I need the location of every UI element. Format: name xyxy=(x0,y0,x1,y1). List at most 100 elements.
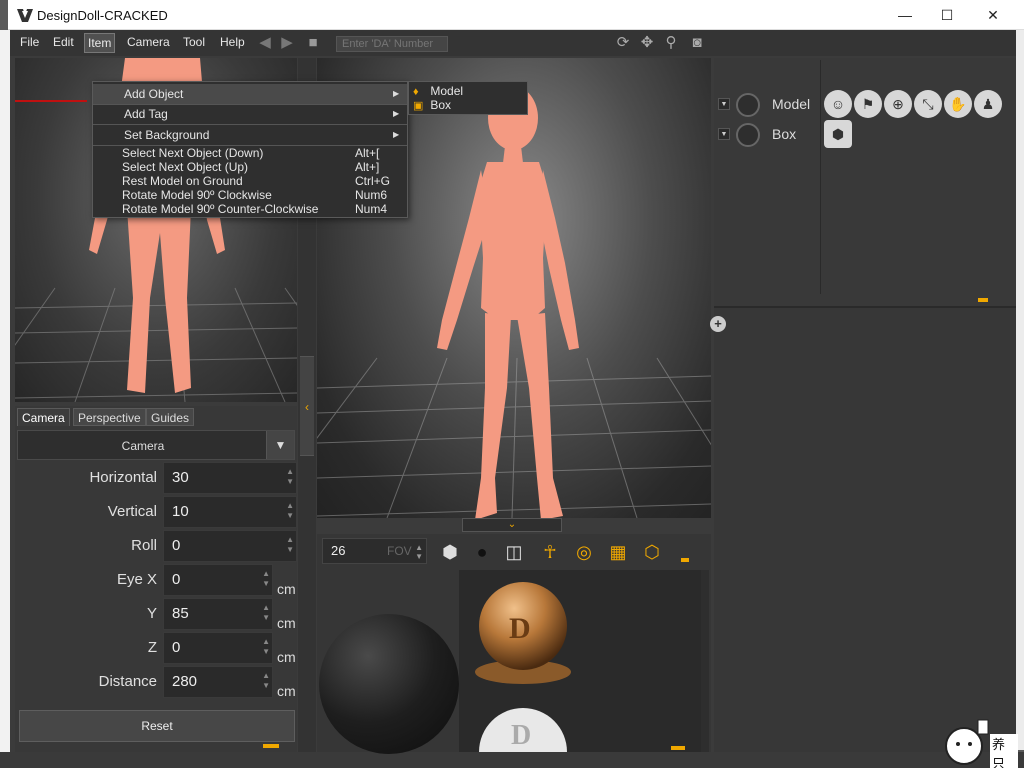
eye-x-unit: cm xyxy=(277,581,296,597)
stepper-icon[interactable]: ▲ ▼ xyxy=(262,603,270,623)
tab-perspective[interactable]: Perspective xyxy=(73,408,146,426)
head-silhouette-icon[interactable]: ● xyxy=(467,538,497,566)
tree-divider xyxy=(820,60,821,294)
expand-toggle-icon[interactable]: ▼ xyxy=(718,128,730,140)
expand-toggle-icon[interactable]: ▼ xyxy=(718,98,730,110)
distance-value: 280 xyxy=(172,673,198,690)
close-button[interactable]: ✕ xyxy=(970,0,1016,30)
material-preview-sphere xyxy=(319,614,459,754)
roll-value: 0 xyxy=(172,537,181,554)
foot-icon[interactable]: ♟ xyxy=(974,90,1002,118)
box-object-icon[interactable]: ⬡ xyxy=(637,538,667,566)
menu-tool[interactable]: Tool xyxy=(183,35,205,49)
da-number-input[interactable] xyxy=(336,36,448,52)
stepper-icon[interactable]: ▲ ▼ xyxy=(286,467,294,487)
redo-arrow-icon[interactable]: ▶ xyxy=(278,34,296,52)
stepper-icon[interactable]: ▲ ▼ xyxy=(262,671,270,691)
stepper-icon[interactable]: ▲ ▼ xyxy=(286,535,294,555)
menu-set-background[interactable]: Set Background ▶ xyxy=(93,125,407,145)
roll-field[interactable]: 0 ▲ ▼ xyxy=(163,530,297,562)
stepper-icon[interactable]: ▲ ▼ xyxy=(415,543,423,561)
tab-guides[interactable]: Guides xyxy=(146,408,195,426)
bronze-material-thumbnail[interactable]: D xyxy=(461,570,585,694)
white-material-thumbnail[interactable]: D xyxy=(461,698,585,752)
box-icon: ▣ xyxy=(413,100,424,112)
menu-select-next-down[interactable]: Select Next Object (Down) Alt+[ xyxy=(93,146,407,160)
model-pose-icon[interactable]: ☥ xyxy=(535,538,565,566)
stepper-icon[interactable]: ▲ ▼ xyxy=(262,569,270,589)
model-figure-icon: ♦ xyxy=(413,86,419,98)
menu-add-tag[interactable]: Add Tag ▶ xyxy=(93,104,407,124)
add-object-submenu: ♦ Model ▣ Box xyxy=(408,81,528,115)
split-view-icon[interactable]: ◫ xyxy=(499,538,529,566)
collapse-bottom-tab[interactable]: ⌄ xyxy=(462,518,562,532)
submenu-arrow-icon: ▶ xyxy=(393,89,400,98)
menu-rotate-clockwise[interactable]: Rotate Model 90º Clockwise Num6 xyxy=(93,188,407,202)
horizontal-value: 30 xyxy=(172,469,189,486)
submenu-box-label: Box xyxy=(430,98,452,112)
eye-y-field[interactable]: 85 ▲ ▼ xyxy=(163,598,273,630)
mascot-cat-icon xyxy=(945,719,989,765)
menu-camera[interactable]: Camera xyxy=(127,35,170,49)
desktop-background-bottom xyxy=(0,752,1024,768)
submenu-model[interactable]: ♦ Model xyxy=(413,84,463,98)
stepper-icon[interactable]: ▲ ▼ xyxy=(262,637,270,657)
model-figure-icon[interactable]: ☺ xyxy=(824,90,852,118)
zoom-view-icon[interactable]: ⚲ xyxy=(662,34,680,52)
eye-x-field[interactable]: 0 ▲ ▼ xyxy=(163,564,273,596)
camera-select[interactable]: Camera ▼ xyxy=(17,430,295,460)
material-list: D D xyxy=(459,570,701,752)
menu-shortcut: Ctrl+G xyxy=(355,174,391,188)
eye-x-value: 0 xyxy=(172,571,181,588)
visibility-toggle-icon[interactable] xyxy=(736,123,760,147)
resize-grip[interactable] xyxy=(978,298,988,302)
distance-field[interactable]: 280 ▲ ▼ xyxy=(163,666,273,698)
menu-rotate-counter-clockwise[interactable]: Rotate Model 90º Counter-Clockwise Num4 xyxy=(93,202,407,216)
zoom-plus-icon[interactable]: ⊕ xyxy=(884,90,912,118)
collapse-left-handle[interactable]: ‹ xyxy=(300,356,314,456)
add-object-plus-icon[interactable]: + xyxy=(710,316,726,332)
vertical-field[interactable]: 10 ▲ ▼ xyxy=(163,496,297,528)
resize-grip[interactable] xyxy=(681,558,689,562)
menu-item[interactable]: Item xyxy=(83,33,116,53)
resize-grip[interactable] xyxy=(263,744,279,748)
move-target-icon[interactable]: ⤡ xyxy=(914,90,942,118)
eye-target-icon[interactable]: ◎ xyxy=(569,538,599,566)
submenu-box[interactable]: ▣ Box xyxy=(413,98,451,112)
menu-add-object[interactable]: Add Object ▶ xyxy=(93,84,407,104)
minimize-button[interactable]: — xyxy=(882,0,928,30)
material-scrollbar[interactable] xyxy=(701,570,709,752)
vertical-value: 10 xyxy=(172,503,189,520)
camera-tabs: Camera Perspective Guides xyxy=(15,406,297,426)
eye-z-field[interactable]: 0 ▲ ▼ xyxy=(163,632,273,664)
right-panel: ▼ Model ▼ Box ☺ ⚑ ⊕ ⤡ ✋ ♟ ⬢ + xyxy=(710,58,1016,752)
flag-pose-icon[interactable]: ⚑ xyxy=(854,90,882,118)
resize-grip[interactable] xyxy=(671,746,685,750)
screenshot-camera-icon[interactable]: ◙ xyxy=(688,34,706,52)
horizontal-field[interactable]: 30 ▲ ▼ xyxy=(163,462,297,494)
menu-help[interactable]: Help xyxy=(220,35,245,49)
fov-field[interactable]: 26 FOV ▲ ▼ xyxy=(322,538,427,564)
dropdown-arrow-icon[interactable]: ▼ xyxy=(266,431,294,459)
reset-button[interactable]: Reset xyxy=(19,710,295,742)
menu-bar: File Edit Item Camera Tool Help ◀ ▶ ■ ⟳ … xyxy=(10,30,1016,56)
visibility-toggle-icon[interactable] xyxy=(736,93,760,117)
stepper-icon[interactable]: ▲ ▼ xyxy=(286,501,294,521)
grid-tiles-icon[interactable]: ▦ xyxy=(603,538,633,566)
hand-icon[interactable]: ✋ xyxy=(944,90,972,118)
undo-arrow-icon[interactable]: ◀ xyxy=(256,34,274,52)
menu-rest-on-ground[interactable]: Rest Model on Ground Ctrl+G xyxy=(93,174,407,188)
tab-camera[interactable]: Camera xyxy=(17,408,70,426)
maximize-button[interactable]: ☐ xyxy=(924,0,970,30)
video-camera-icon[interactable]: ■ xyxy=(304,34,322,52)
menu-edit[interactable]: Edit xyxy=(53,35,74,49)
app-window: File Edit Item Camera Tool Help ◀ ▶ ■ ⟳ … xyxy=(10,30,1016,754)
camera-panel: Camera Perspective Guides Camera ▼ Horiz… xyxy=(15,406,297,752)
box-cube-icon[interactable]: ⬢ xyxy=(824,120,852,148)
svg-text:D: D xyxy=(511,720,531,751)
rotate-view-icon[interactable]: ⟳ xyxy=(614,34,632,52)
menu-file[interactable]: File xyxy=(20,35,39,49)
pan-view-icon[interactable]: ✥ xyxy=(638,34,656,52)
menu-select-next-up[interactable]: Select Next Object (Up) Alt+] xyxy=(93,160,407,174)
cube-icon[interactable]: ⬢ xyxy=(435,538,465,566)
